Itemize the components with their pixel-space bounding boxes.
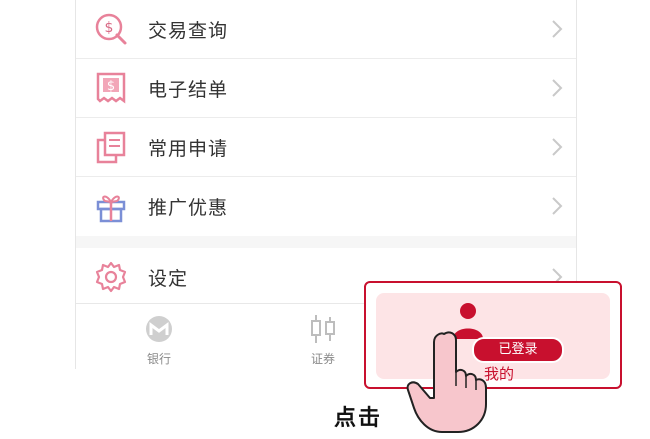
svg-text:$: $ (105, 20, 114, 36)
documents-icon (96, 131, 126, 164)
menu-item-e-statement[interactable]: $ 电子结单 (76, 59, 576, 117)
pointing-hand-icon (406, 331, 487, 433)
chevron-right-icon (552, 197, 563, 215)
candlestick-icon (311, 315, 335, 343)
search-dollar-icon: $ (95, 13, 127, 45)
tap-annotation: 点击 (334, 406, 383, 431)
chevron-right-icon (552, 138, 563, 156)
chevron-right-icon (552, 20, 563, 38)
tab-bank[interactable]: 银行 (114, 312, 204, 367)
svg-text:$: $ (107, 79, 115, 94)
menu-item-label: 交易查询 (148, 19, 229, 42)
chevron-right-icon (552, 79, 563, 97)
menu-item-promotions[interactable]: 推广优惠 (76, 177, 576, 235)
bank-logo-icon (146, 316, 172, 342)
section-gap (76, 236, 576, 248)
tab-securities[interactable]: 证券 (278, 312, 368, 367)
tab-label: 银行 (146, 352, 171, 366)
menu-item-transaction-query[interactable]: $ 交易查询 (76, 0, 576, 58)
menu-item-label: 设定 (148, 267, 189, 290)
menu-item-common-applications[interactable]: 常用申请 (76, 118, 576, 176)
gear-icon (95, 261, 127, 293)
menu-item-label: 常用申请 (148, 137, 229, 160)
menu-item-label: 电子结单 (148, 78, 229, 101)
gift-icon (96, 195, 126, 223)
receipt-dollar-icon: $ (96, 72, 126, 104)
menu-item-label: 推广优惠 (148, 196, 229, 219)
tab-label: 证券 (310, 352, 335, 366)
